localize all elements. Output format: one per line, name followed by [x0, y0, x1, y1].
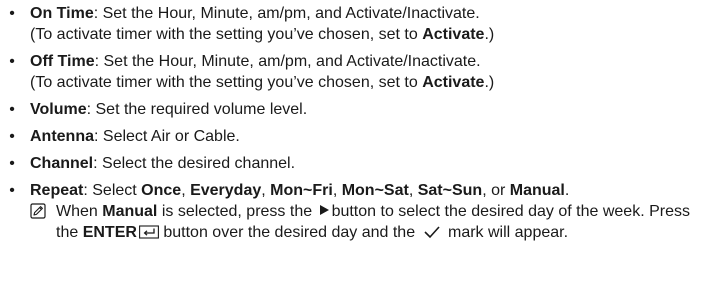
bullet: • [9, 128, 15, 145]
option-mon-sat: Mon~Sat [341, 182, 409, 199]
option-sat-sun: Sat~Sun [417, 182, 483, 199]
separator: , [408, 182, 418, 199]
option-manual: Manual [509, 182, 565, 199]
list-item-on-time: • On Time: Set the Hour, Minute, am/pm, … [0, 3, 715, 45]
item-term: Antenna [30, 128, 94, 145]
manual-label: Manual [102, 203, 158, 220]
item-line: Channel: Select the desired channel. [30, 153, 715, 174]
instruction-page: • On Time: Set the Hour, Minute, am/pm, … [0, 0, 715, 287]
note-text: button over the desired day and the [158, 224, 420, 241]
separator: , [261, 182, 271, 199]
note-text: When [56, 203, 103, 220]
item-term: Repeat [30, 182, 84, 199]
item-text: : Select Air or Cable. [94, 128, 240, 145]
item-text: : Set the required volume level. [86, 101, 308, 118]
separator-or: , or [482, 182, 510, 199]
list-item-off-time: • Off Time: Set the Hour, Minute, am/pm,… [0, 51, 715, 93]
timer-settings-list: • On Time: Set the Hour, Minute, am/pm, … [0, 3, 715, 249]
enter-key-icon [138, 225, 159, 239]
item-text: : Select the desired channel. [93, 155, 296, 172]
list-item-channel: • Channel: Select the desired channel. [0, 153, 715, 174]
sentence-end: . [564, 182, 570, 199]
item-subline: (To activate timer with the setting you’… [30, 72, 715, 93]
note-pencil-icon [30, 203, 46, 219]
bullet: • [9, 182, 15, 199]
item-subline: (To activate timer with the setting you’… [30, 24, 715, 45]
item-term: Volume [30, 101, 87, 118]
item-term: On Time [30, 5, 94, 22]
item-line: On Time: Set the Hour, Minute, am/pm, an… [30, 3, 715, 24]
separator: , [181, 182, 191, 199]
list-item-volume: • Volume: Set the required volume level. [0, 99, 715, 120]
note-text: is selected, press the [157, 203, 317, 220]
item-line: Off Time: Set the Hour, Minute, am/pm, a… [30, 51, 715, 72]
option-mon-fri: Mon~Fri [270, 182, 333, 199]
item-text: : Set the Hour, Minute, am/pm, and Activ… [93, 5, 480, 22]
activate-label: Activate [422, 74, 485, 91]
right-arrow-icon [319, 205, 329, 215]
option-everyday: Everyday [190, 182, 262, 199]
item-line: Volume: Set the required volume level. [30, 99, 715, 120]
list-item-antenna: • Antenna: Select Air or Cable. [0, 126, 715, 147]
item-text: : Set the Hour, Minute, am/pm, and Activ… [94, 53, 481, 70]
option-once: Once [141, 182, 182, 199]
checkmark-icon [423, 226, 440, 239]
separator: , [332, 182, 342, 199]
item-line: Repeat: Select Once, Everyday, Mon~Fri , … [30, 180, 715, 201]
item-line: Antenna: Select Air or Cable. [30, 126, 715, 147]
item-term: Off Time [30, 53, 95, 70]
subline-text: (To activate timer with the setting you’… [30, 74, 423, 91]
subline-end: .) [484, 74, 495, 91]
list-item-repeat: • Repeat: Select Once, Everyday, Mon~Fri… [0, 180, 715, 243]
bullet: • [9, 53, 15, 70]
activate-label: Activate [422, 26, 485, 43]
note-text: mark will appear. [443, 224, 569, 241]
note-block: When Manual is selected, press the butto… [30, 201, 715, 243]
bullet: • [9, 155, 15, 172]
item-term: Channel [30, 155, 94, 172]
item-text: : Select [83, 182, 142, 199]
enter-label: ENTER [82, 224, 137, 241]
subline-text: (To activate timer with the setting you’… [30, 26, 423, 43]
subline-end: .) [484, 26, 495, 43]
bullet: • [9, 101, 15, 118]
bullet: • [9, 5, 15, 22]
